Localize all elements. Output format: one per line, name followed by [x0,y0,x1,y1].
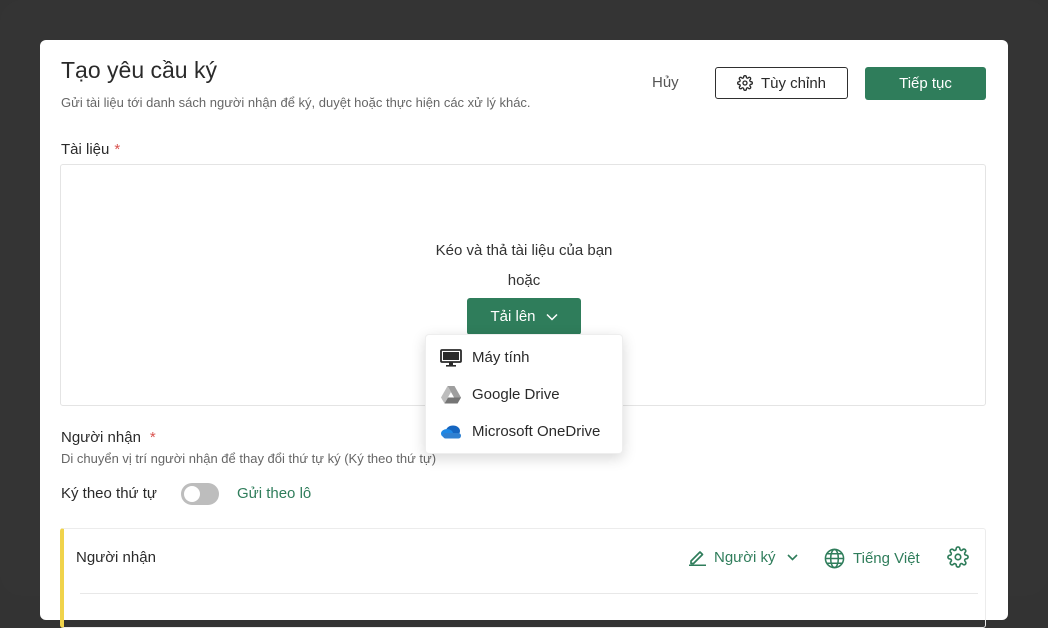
pen-icon [688,548,707,566]
menu-item-onedrive[interactable]: Microsoft OneDrive [426,413,622,450]
continue-button[interactable]: Tiếp tục [865,67,986,100]
toggle-knob [184,486,200,502]
menu-item-label: Máy tính [472,349,530,366]
gear-icon [737,75,753,91]
recipient-card-title: Người nhận [76,549,156,566]
upload-button[interactable]: Tải lên [467,298,581,335]
recipient-language-selector[interactable]: Tiếng Việt [824,548,920,569]
recipients-section-label: Người nhận * [61,429,156,446]
upload-source-menu: Máy tính Google Drive Microsoft OneDrive [425,334,623,454]
sign-order-toggle[interactable] [181,483,219,505]
page-subtitle: Gửi tài liệu tới danh sách người nhận để… [61,95,531,110]
app-frame: Tạo yêu cầu ký Gửi tài liệu tới danh sác… [0,0,1048,628]
chevron-down-icon [545,313,558,321]
recipient-role-label: Người ký [714,548,776,566]
create-request-panel: Tạo yêu cầu ký Gửi tài liệu tới danh sác… [40,40,1008,628]
onedrive-icon [440,424,462,439]
recipients-required-mark: * [149,429,156,446]
recipient-role-dropdown[interactable]: Người ký [688,548,798,566]
google-drive-icon [440,385,462,404]
dropzone-text: Kéo và thả tài liệu của bạn [435,242,613,259]
dropzone-or-text: hoặc [507,272,541,289]
documents-required-mark: * [114,141,121,158]
cancel-button[interactable]: Hủy [640,67,691,99]
upload-label: Tải lên [490,308,536,325]
customize-button[interactable]: Tùy chỉnh [715,67,848,99]
recipient-card: Người nhận Người ký Tiếng Việt [60,528,986,628]
documents-label: Tài liệu [61,141,110,158]
send-batch-link[interactable]: Gửi theo lô [237,485,311,502]
documents-section-label: Tài liệu * [61,141,120,158]
page-title: Tạo yêu cầu ký [61,57,217,83]
recipient-card-divider [80,593,978,594]
gear-icon [947,546,969,568]
customize-label: Tùy chỉnh [760,74,827,92]
menu-item-computer[interactable]: Máy tính [426,339,622,376]
computer-icon [440,348,462,367]
recipients-hint: Di chuyển vị trí người nhận để thay đổi … [61,451,437,466]
menu-item-label: Microsoft OneDrive [472,423,601,440]
sign-order-label: Ký theo thứ tự [61,485,157,502]
menu-item-google-drive[interactable]: Google Drive [426,376,622,413]
menu-item-label: Google Drive [472,386,560,403]
globe-icon [824,548,845,569]
recipient-settings-button[interactable] [947,546,969,568]
recipient-language-label: Tiếng Việt [853,550,920,567]
chevron-down-icon [786,553,798,561]
recipients-label: Người nhận [61,429,141,446]
